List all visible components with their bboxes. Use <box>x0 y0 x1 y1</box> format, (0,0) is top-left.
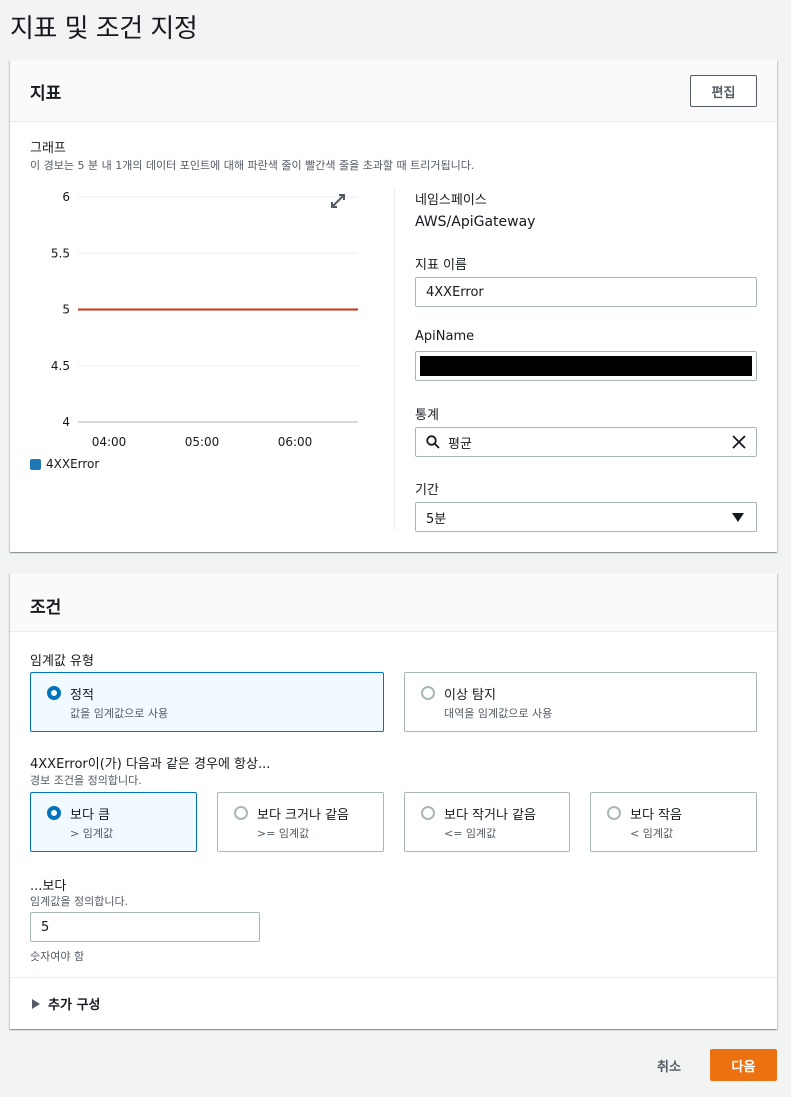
less-equal-label: 보다 작거나 같음 <box>444 808 536 823</box>
chart-legend: 4XXError <box>30 457 99 471</box>
redacted-block <box>420 356 752 376</box>
additional-config-divider <box>10 977 777 978</box>
y-tick-label: 4.5 <box>51 359 70 373</box>
y-tick-label: 5 <box>62 303 70 317</box>
less-equal-radio[interactable] <box>421 806 435 820</box>
less-label: 보다 작음 <box>630 808 682 823</box>
operator-greater-equal[interactable]: 보다 크거나 같음 >= 임계값 <box>217 792 384 852</box>
threshold-hint: 숫자여야 함 <box>30 950 85 963</box>
chart-y-ticks: 6 5.5 5 4.5 4 <box>51 190 70 429</box>
anomaly-desc: 대역을 임계값으로 사용 <box>444 707 553 720</box>
graph-description: 이 경보는 5 분 내 1개의 데이터 포인트에 대해 파란색 줄이 빨간색 줄… <box>30 159 475 172</box>
metric-name-input[interactable]: 4XXError <box>415 277 757 307</box>
caret-down-icon <box>732 512 744 522</box>
operator-greater[interactable]: 보다 큼 > 임계값 <box>30 792 197 852</box>
metric-chart: 6 5.5 5 4.5 4 04:00 05:00 06:00 <box>51 190 358 449</box>
anomaly-label: 이상 탐지 <box>444 688 496 703</box>
cancel-button[interactable]: 취소 <box>646 1050 692 1080</box>
anomaly-radio[interactable] <box>421 686 435 700</box>
namespace-value: AWS/ApiGateway <box>415 214 536 230</box>
legend-label: 4XXError <box>46 457 100 471</box>
static-desc: 값을 임계값으로 사용 <box>70 707 169 720</box>
metric-panel-divider <box>394 188 395 530</box>
operator-less[interactable]: 보다 작음 < 임계값 <box>590 792 757 852</box>
greater-desc: > 임계값 <box>70 827 114 840</box>
threshold-type-static[interactable]: 정적 값을 임계값으로 사용 <box>30 672 384 732</box>
metric-name-label: 지표 이름 <box>415 258 467 273</box>
y-tick-label: 5.5 <box>51 246 70 260</box>
x-tick-label: 04:00 <box>92 435 127 449</box>
apiname-label: ApiName <box>415 329 475 344</box>
less-equal-desc: <= 임계값 <box>444 827 497 840</box>
greater-label: 보다 큼 <box>70 808 111 823</box>
next-button[interactable]: 다음 <box>710 1049 777 1081</box>
apiname-input[interactable] <box>415 351 757 381</box>
namespace-label: 네임스페이스 <box>415 193 487 208</box>
conditions-panel-title: 조건 <box>30 598 62 618</box>
statistic-search-input[interactable]: 평균 <box>415 427 757 457</box>
greater-radio[interactable] <box>47 806 61 820</box>
x-tick-label: 06:00 <box>278 435 313 449</box>
operator-less-equal[interactable]: 보다 작거나 같음 <= 임계값 <box>404 792 570 852</box>
conditions-panel: 조건 임계값 유형 정적 값을 임계값으로 사용 이상 탐지 대역을 임계값으로… <box>10 573 777 1029</box>
than-desc: 임계값을 정의합니다. <box>30 895 129 908</box>
period-select[interactable]: 5분 <box>415 502 757 532</box>
clear-icon[interactable] <box>732 435 746 449</box>
metric-panel-header: 지표 편집 <box>10 60 777 122</box>
threshold-value-input[interactable]: 5 <box>30 912 260 942</box>
less-radio[interactable] <box>607 806 621 820</box>
additional-config-label: 추가 구성 <box>48 998 101 1013</box>
graph-label: 그래프 <box>30 141 66 156</box>
period-label: 기간 <box>415 483 439 498</box>
y-tick-label: 4 <box>62 415 70 429</box>
statistic-value: 평균 <box>448 436 472 452</box>
than-label: ...보다 <box>30 879 67 894</box>
period-value: 5분 <box>426 511 447 527</box>
caret-right-icon <box>32 998 40 1009</box>
metric-panel: 지표 편집 그래프 이 경보는 5 분 내 1개의 데이터 포인트에 대해 파란… <box>10 60 777 552</box>
statistic-label: 통계 <box>415 408 439 423</box>
greater-equal-label: 보다 크거나 같음 <box>257 808 349 823</box>
legend-swatch <box>30 458 41 470</box>
static-label: 정적 <box>70 688 94 703</box>
page-title: 지표 및 조건 지정 <box>10 14 198 44</box>
whenever-label: 4XXError이(가) 다음과 같은 경우에 항상... <box>30 757 271 772</box>
y-tick-label: 6 <box>62 190 70 204</box>
threshold-type-label: 임계값 유형 <box>30 654 94 669</box>
static-radio[interactable] <box>47 686 61 700</box>
whenever-desc: 경보 조건을 정의합니다. <box>30 774 142 787</box>
additional-config-toggle[interactable]: 추가 구성 <box>32 994 100 1013</box>
less-desc: < 임계값 <box>630 827 674 840</box>
chart-x-ticks: 04:00 05:00 06:00 <box>92 435 313 449</box>
edit-button[interactable]: 편집 <box>690 75 757 107</box>
search-icon <box>426 435 440 449</box>
x-tick-label: 05:00 <box>185 435 220 449</box>
metric-panel-title: 지표 <box>30 84 62 104</box>
threshold-type-anomaly[interactable]: 이상 탐지 대역을 임계값으로 사용 <box>404 672 757 732</box>
greater-equal-radio[interactable] <box>234 806 248 820</box>
greater-equal-desc: >= 임계값 <box>257 827 310 840</box>
conditions-panel-header: 조건 <box>10 573 777 632</box>
